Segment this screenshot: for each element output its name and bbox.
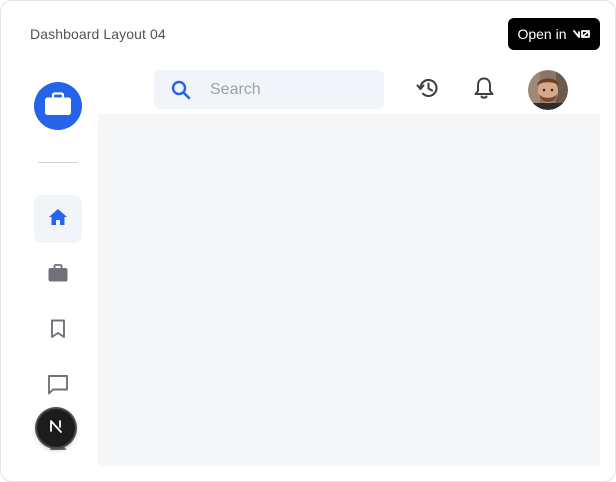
open-in-label: Open in bbox=[517, 26, 567, 42]
demo-frame: Dashboard Layout 04 Open in bbox=[0, 0, 616, 482]
history-icon bbox=[416, 76, 440, 105]
v0-logo-icon bbox=[572, 29, 591, 39]
sidebar-item-home[interactable] bbox=[34, 195, 82, 243]
history-button[interactable] bbox=[414, 76, 442, 104]
next-dev-badge[interactable] bbox=[37, 409, 75, 447]
demo-title: Dashboard Layout 04 bbox=[30, 26, 166, 42]
bell-icon bbox=[473, 76, 495, 105]
search-icon bbox=[171, 80, 191, 105]
search-bar[interactable] bbox=[154, 70, 384, 109]
sidebar-item-messages[interactable] bbox=[34, 363, 82, 411]
briefcase-icon bbox=[48, 263, 68, 287]
bookmark-icon bbox=[50, 319, 66, 344]
message-icon bbox=[47, 374, 69, 401]
main-content-area bbox=[98, 114, 600, 466]
home-icon bbox=[48, 208, 68, 231]
sidebar bbox=[30, 61, 86, 465]
briefcase-icon bbox=[44, 91, 72, 121]
search-input[interactable] bbox=[210, 70, 378, 109]
open-in-v0-button[interactable]: Open in bbox=[508, 18, 600, 50]
user-avatar[interactable] bbox=[528, 70, 568, 110]
next-logo-icon bbox=[48, 418, 64, 439]
app-logo[interactable] bbox=[34, 82, 82, 130]
sidebar-item-bookmark[interactable] bbox=[34, 307, 82, 355]
sidebar-divider bbox=[38, 162, 78, 163]
sidebar-item-briefcase[interactable] bbox=[34, 251, 82, 299]
notifications-button[interactable] bbox=[470, 76, 498, 104]
